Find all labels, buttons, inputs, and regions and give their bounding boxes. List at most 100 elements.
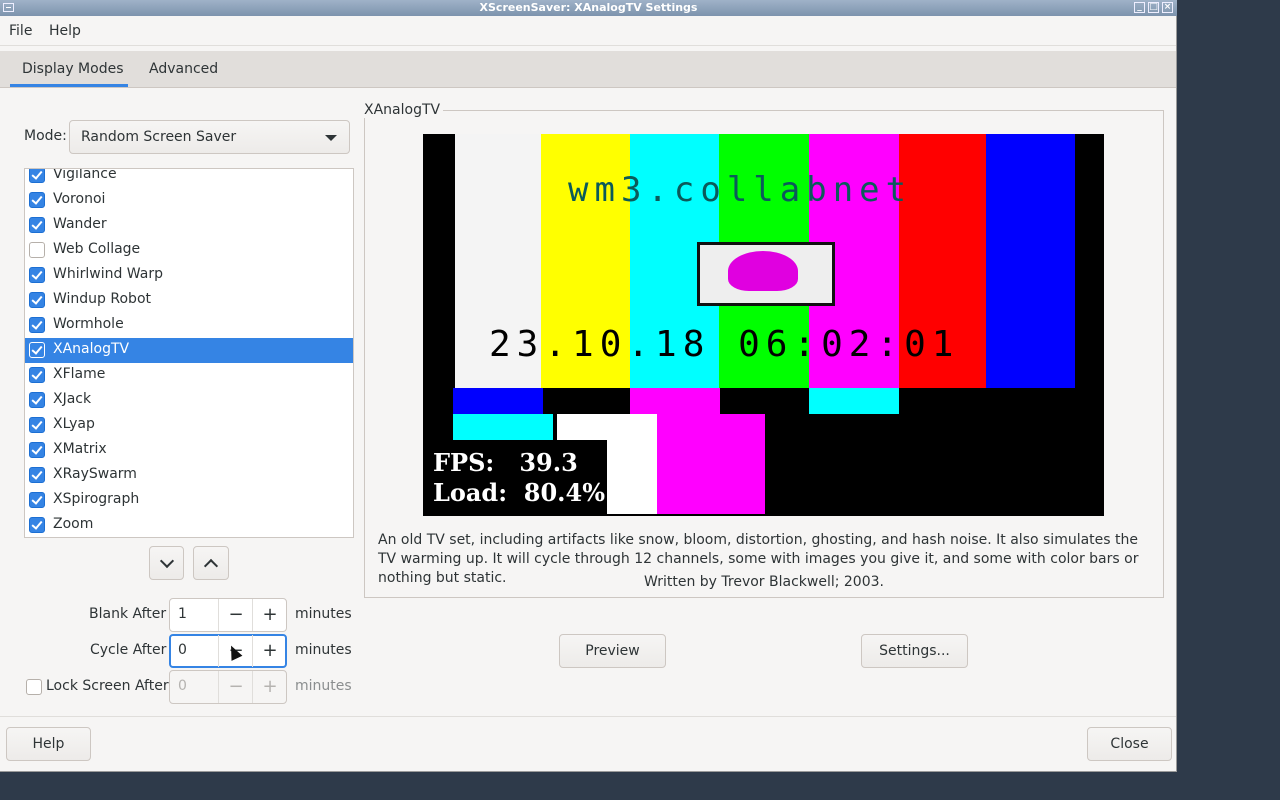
list-item[interactable]: Voronoi bbox=[25, 188, 353, 213]
list-item[interactable]: XAnalogTV bbox=[25, 338, 353, 363]
settings-button[interactable]: Settings... bbox=[861, 634, 968, 668]
color-bar bbox=[986, 134, 1075, 388]
lock-unit: minutes bbox=[295, 678, 352, 694]
saver-name: XFlame bbox=[53, 366, 106, 382]
lock-screen-checkbox[interactable] bbox=[26, 679, 42, 695]
saver-name: Wormhole bbox=[53, 316, 124, 332]
list-item[interactable]: Zoom bbox=[25, 513, 353, 537]
close-window-icon[interactable]: × bbox=[1162, 2, 1173, 13]
load-line: Load: 80.4% bbox=[433, 478, 606, 507]
static-block bbox=[809, 388, 899, 414]
mode-value: Random Screen Saver bbox=[81, 129, 237, 145]
static-block bbox=[630, 388, 720, 414]
lock-after-value: 0 bbox=[178, 678, 187, 694]
list-item[interactable]: XJack bbox=[25, 388, 353, 413]
saver-enable-checkbox[interactable] bbox=[29, 292, 45, 308]
saver-enable-checkbox[interactable] bbox=[29, 317, 45, 333]
saver-name: Vigilance bbox=[53, 168, 117, 182]
saver-name: Whirlwind Warp bbox=[53, 266, 163, 282]
static-block bbox=[453, 388, 543, 414]
preview-frame-title: XAnalogTV bbox=[364, 102, 444, 118]
tv-logo-box bbox=[697, 242, 835, 306]
tv-clock-text: 23.10.18 06:02:01 bbox=[489, 324, 960, 365]
move-up-button[interactable] bbox=[193, 546, 229, 580]
saver-enable-checkbox[interactable] bbox=[29, 467, 45, 483]
chevron-down-icon bbox=[159, 553, 175, 569]
saver-enable-checkbox[interactable] bbox=[29, 217, 45, 233]
saver-enable-checkbox[interactable] bbox=[29, 517, 45, 533]
list-item[interactable]: Wormhole bbox=[25, 313, 353, 338]
blank-after-value[interactable]: 1 bbox=[178, 606, 187, 622]
help-button[interactable]: Help bbox=[6, 727, 91, 761]
title-bar[interactable]: XScreenSaver: XAnalogTV Settings _ □ × bbox=[0, 0, 1177, 16]
lock-plus-button: + bbox=[252, 671, 287, 703]
saver-name: Zoom bbox=[53, 516, 94, 532]
window-title: XScreenSaver: XAnalogTV Settings bbox=[479, 1, 698, 14]
tab-display-modes[interactable]: Display Modes bbox=[22, 61, 124, 77]
mode-label: Mode: bbox=[24, 128, 67, 144]
list-item[interactable]: Whirlwind Warp bbox=[25, 263, 353, 288]
tab-advanced[interactable]: Advanced bbox=[149, 61, 218, 77]
saver-name: XRaySwarm bbox=[53, 466, 137, 482]
saver-enable-checkbox[interactable] bbox=[29, 342, 45, 358]
saver-name: XJack bbox=[53, 391, 92, 407]
saver-enable-checkbox[interactable] bbox=[29, 417, 45, 433]
list-item[interactable]: XSpirograph bbox=[25, 488, 353, 513]
list-item[interactable]: XFlame bbox=[25, 363, 353, 388]
chevron-up-icon bbox=[203, 558, 219, 574]
cycle-after-value[interactable]: 0 bbox=[178, 642, 187, 658]
lock-minus-button: − bbox=[218, 671, 253, 703]
minimize-icon[interactable]: _ bbox=[1134, 2, 1145, 13]
saver-name: Web Collage bbox=[53, 241, 141, 257]
cycle-unit: minutes bbox=[295, 642, 352, 658]
list-item[interactable]: XLyap bbox=[25, 413, 353, 438]
saver-name: Wander bbox=[53, 216, 107, 232]
preview-area: wm3.collabnet 23.10.18 06:02:01 FPS: 39.… bbox=[423, 134, 1104, 516]
list-item[interactable]: XMatrix bbox=[25, 438, 353, 463]
close-button[interactable]: Close bbox=[1087, 727, 1172, 761]
settings-window: XScreenSaver: XAnalogTV Settings _ □ × F… bbox=[0, 0, 1177, 772]
saver-enable-checkbox[interactable] bbox=[29, 367, 45, 383]
static-block bbox=[453, 414, 553, 440]
move-down-button[interactable] bbox=[149, 546, 184, 580]
tab-bar: Display Modes Advanced bbox=[0, 51, 1176, 88]
saver-enable-checkbox[interactable] bbox=[29, 192, 45, 208]
blank-after-label: Blank After bbox=[89, 606, 167, 622]
mode-dropdown[interactable]: Random Screen Saver bbox=[69, 120, 350, 154]
window-menu-icon[interactable] bbox=[3, 3, 14, 12]
saver-enable-checkbox[interactable] bbox=[29, 169, 45, 183]
menu-help[interactable]: Help bbox=[49, 23, 81, 39]
blank-plus-button[interactable]: + bbox=[252, 599, 287, 631]
list-item[interactable]: Windup Robot bbox=[25, 288, 353, 313]
footer-divider bbox=[0, 716, 1176, 717]
blank-unit: minutes bbox=[295, 606, 352, 622]
flame-logo-icon bbox=[728, 251, 798, 291]
saver-enable-checkbox[interactable] bbox=[29, 242, 45, 258]
screensaver-list[interactable]: Vigilance Voronoi Wander Web Collage Whirlwi… bbox=[24, 168, 354, 538]
fps-line: FPS: 39.3 bbox=[433, 448, 578, 477]
saver-author: Written by Trevor Blackwell; 2003. bbox=[644, 574, 884, 590]
menu-file[interactable]: File bbox=[9, 23, 32, 39]
saver-enable-checkbox[interactable] bbox=[29, 267, 45, 283]
maximize-icon[interactable]: □ bbox=[1148, 2, 1159, 13]
blank-minus-button[interactable]: − bbox=[218, 599, 253, 631]
saver-name: XSpirograph bbox=[53, 491, 140, 507]
list-item[interactable]: XRaySwarm bbox=[25, 463, 353, 488]
saver-enable-checkbox[interactable] bbox=[29, 392, 45, 408]
saver-name: Windup Robot bbox=[53, 291, 151, 307]
fps-overlay: FPS: 39.3 Load: 80.4% bbox=[423, 440, 607, 516]
preview-button[interactable]: Preview bbox=[559, 634, 666, 668]
lock-screen-label: Lock Screen After bbox=[46, 678, 169, 694]
list-item[interactable]: Vigilance bbox=[25, 168, 353, 188]
menubar: File Help bbox=[0, 17, 1176, 46]
saver-enable-checkbox[interactable] bbox=[29, 492, 45, 508]
blank-after-spinner[interactable]: 1 − + bbox=[169, 598, 287, 632]
list-item[interactable]: Wander bbox=[25, 213, 353, 238]
saver-enable-checkbox[interactable] bbox=[29, 442, 45, 458]
saver-name: XMatrix bbox=[53, 441, 107, 457]
cycle-plus-button[interactable]: + bbox=[252, 635, 287, 667]
list-item[interactable]: Web Collage bbox=[25, 238, 353, 263]
saver-name: Voronoi bbox=[53, 191, 106, 207]
dropdown-arrow-icon bbox=[325, 135, 337, 141]
cycle-after-label: Cycle After bbox=[90, 642, 167, 658]
